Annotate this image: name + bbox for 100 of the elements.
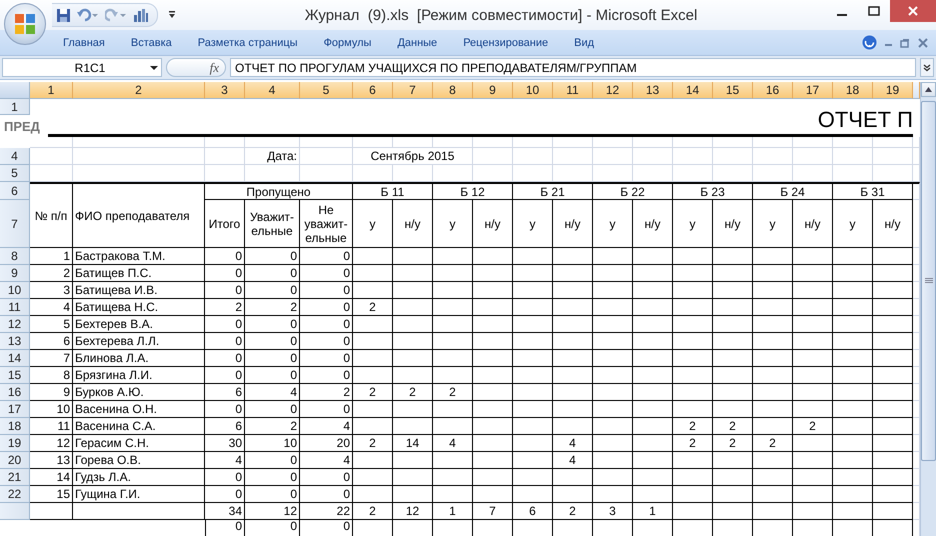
column-header[interactable]: 1 xyxy=(30,82,73,99)
report-title: ОТЧЕТ П xyxy=(818,108,913,132)
table-cell: 2 xyxy=(673,418,713,435)
row-header[interactable]: 18 xyxy=(0,418,30,435)
chevron-icon xyxy=(923,64,931,72)
table-cell xyxy=(473,350,513,367)
row-header[interactable]: 16 xyxy=(0,384,30,401)
ribbon-tab[interactable]: Разметка страницы xyxy=(184,32,311,52)
table-cell: 2 xyxy=(713,435,753,452)
ribbon-tab[interactable]: Вид xyxy=(561,32,608,52)
column-heading: н/у xyxy=(553,200,593,248)
table-cell xyxy=(593,248,633,265)
restore-icon[interactable] xyxy=(900,38,910,48)
table-cell: 0 xyxy=(300,469,353,486)
row-header[interactable]: 9 xyxy=(0,265,30,282)
column-header[interactable]: 19 xyxy=(873,82,913,99)
table-cell: 2 xyxy=(353,299,393,316)
name-box[interactable]: R1C1 xyxy=(2,58,162,77)
expand-button[interactable] xyxy=(920,58,934,77)
table-cell xyxy=(593,333,633,350)
help-icon[interactable] xyxy=(862,35,877,50)
column-header[interactable]: 9 xyxy=(473,82,513,99)
row-header[interactable]: 6 xyxy=(0,182,30,200)
column-header[interactable]: 18 xyxy=(833,82,873,99)
row-header[interactable]: 20 xyxy=(0,452,30,469)
column-header[interactable]: 15 xyxy=(713,82,753,99)
column-header[interactable]: 12 xyxy=(593,82,633,99)
row-header[interactable]: 5 xyxy=(0,165,30,182)
row-header[interactable]: 12 xyxy=(0,316,30,333)
table-cell: 0 xyxy=(300,265,353,282)
scrollbar[interactable] xyxy=(920,82,936,536)
table-cell xyxy=(633,435,673,452)
table-cell xyxy=(513,282,553,299)
column-header[interactable]: 6 xyxy=(353,82,393,99)
table-cell xyxy=(433,452,473,469)
table-cell xyxy=(593,265,633,282)
table-cell xyxy=(473,384,513,401)
ribbon-tab[interactable]: Главная xyxy=(50,32,118,52)
row-header[interactable]: 15 xyxy=(0,367,30,384)
table-cell: 6 xyxy=(205,418,245,435)
column-header[interactable]: 8 xyxy=(433,82,473,99)
column-header[interactable]: 3 xyxy=(205,82,245,99)
row-header[interactable]: 4 xyxy=(0,148,30,165)
table-cell: 2 xyxy=(713,418,753,435)
table-cell xyxy=(873,265,913,282)
table-cell xyxy=(753,333,793,350)
column-header[interactable]: 14 xyxy=(673,82,713,99)
column-header[interactable]: 17 xyxy=(793,82,833,99)
table-cell: 2 xyxy=(245,299,300,316)
column-header[interactable]: 16 xyxy=(753,82,793,99)
undo-icon[interactable] xyxy=(77,8,99,22)
customize-icon[interactable] xyxy=(168,10,176,20)
scroll-thumb[interactable] xyxy=(921,101,936,461)
close-icon[interactable] xyxy=(918,38,928,48)
column-header[interactable]: 10 xyxy=(513,82,553,99)
table-cell xyxy=(873,401,913,418)
save-icon[interactable] xyxy=(56,8,71,22)
column-header[interactable]: 7 xyxy=(393,82,433,99)
table-cell: 2 xyxy=(300,384,353,401)
close-button[interactable] xyxy=(890,0,936,22)
table-cell: 6 xyxy=(513,503,553,520)
table-cell xyxy=(553,350,593,367)
chart-icon[interactable] xyxy=(133,8,149,22)
ribbon-tab[interactable]: Рецензирование xyxy=(450,32,562,52)
row-header[interactable]: 7 xyxy=(0,200,30,248)
row-header[interactable]: 14 xyxy=(0,350,30,367)
row-header[interactable]: 17 xyxy=(0,401,30,418)
row-header[interactable]: 11 xyxy=(0,299,30,316)
row-header[interactable]: 22 xyxy=(0,486,30,503)
scroll-up-button[interactable] xyxy=(921,82,936,97)
column-header[interactable]: 5 xyxy=(300,82,353,99)
column-header[interactable]: 11 xyxy=(553,82,593,99)
ribbon-tab[interactable]: Данные xyxy=(384,32,450,52)
row-header[interactable]: 19 xyxy=(0,435,30,452)
row-header[interactable]: 1 xyxy=(0,99,30,115)
column-header[interactable]: 2 xyxy=(73,82,205,99)
table-cell: 2 xyxy=(793,418,833,435)
table-cell xyxy=(473,333,513,350)
table-cell xyxy=(353,469,393,486)
column-header[interactable]: 13 xyxy=(633,82,673,99)
row-header[interactable]: 13 xyxy=(0,333,30,350)
table-cell xyxy=(753,452,793,469)
row-header[interactable]: 8 xyxy=(0,248,30,265)
row-header[interactable]: 10 xyxy=(0,282,30,299)
insert-function-button[interactable]: fx xyxy=(166,58,226,77)
table-cell: 2 xyxy=(30,265,73,282)
formula-field[interactable]: ОТЧЕТ ПО ПРОГУЛАМ УЧАЩИХСЯ ПО ПРЕПОДАВАТЕЛЯМ/ГРУППАМ xyxy=(230,58,916,77)
ribbon-tab[interactable]: Формулы xyxy=(310,32,384,52)
ribbon-tab[interactable]: Вставка xyxy=(118,32,185,52)
redo-icon[interactable] xyxy=(105,8,127,22)
table-cell: Васенина О.Н. xyxy=(73,401,205,418)
column-header[interactable]: 4 xyxy=(245,82,300,99)
table-cell: 2 xyxy=(353,503,393,520)
table-cell: 0 xyxy=(245,282,300,299)
table-cell xyxy=(833,384,873,401)
minimize-icon[interactable] xyxy=(885,44,892,46)
group-heading: Б 24 xyxy=(753,182,833,200)
row-header[interactable]: 21 xyxy=(0,469,30,486)
table-cell: 0 xyxy=(205,469,245,486)
column-heading: у xyxy=(353,200,393,248)
